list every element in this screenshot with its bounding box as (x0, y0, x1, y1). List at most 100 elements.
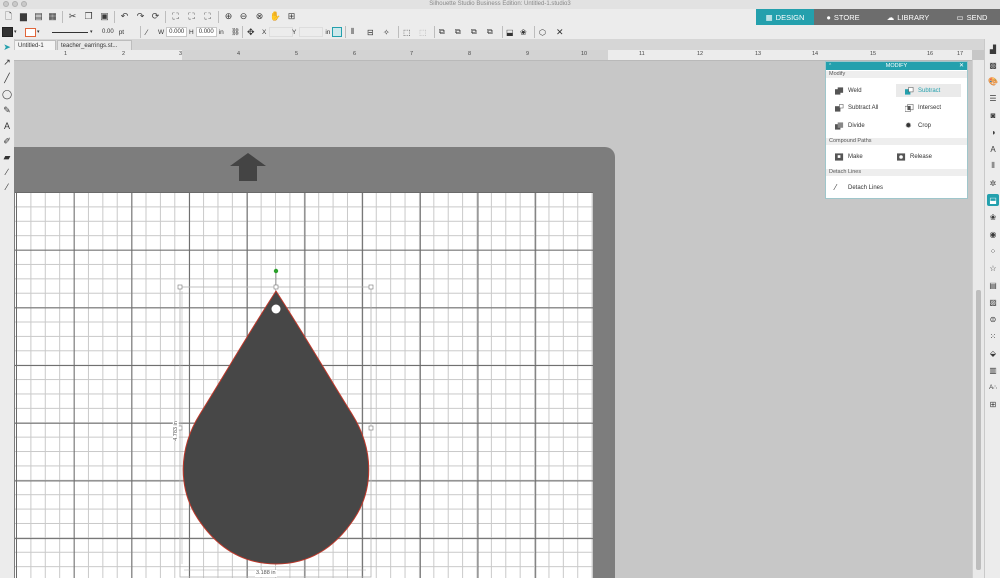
offset-icon[interactable]: ❀ (520, 26, 527, 38)
eraser-tool-icon[interactable]: ▰ (1, 151, 13, 163)
cut-icon[interactable]: ✂ (67, 11, 78, 22)
bring-to-front-icon[interactable]: ⧉ (439, 26, 445, 38)
knife-icon[interactable]: ∕ (146, 26, 147, 38)
redraw-icon[interactable]: ⟳ (150, 11, 161, 22)
x-position-field[interactable]: X (262, 26, 294, 38)
tab-teacher-earrings[interactable]: teacher_earrings.st... (57, 40, 132, 50)
crop-button[interactable]: ✹ Crop (896, 119, 961, 132)
line-style-icon[interactable]: ☰ (987, 92, 999, 104)
warp-icon[interactable]: ▥ (987, 364, 999, 376)
puzzle-icon[interactable]: ⊞ (987, 398, 999, 410)
width-field[interactable]: W 0.000 (158, 26, 188, 38)
tab-store[interactable]: ● STORE (814, 9, 872, 25)
fit-to-page-icon[interactable]: ⊞ (286, 11, 297, 22)
pattern-icon[interactable]: ▨ (987, 296, 999, 308)
move-icon[interactable]: ✥ (247, 26, 255, 38)
point-edit-icon[interactable]: ↗ (1, 56, 13, 68)
zoom-in-icon[interactable]: ⊕ (223, 11, 234, 22)
star-shape-icon[interactable]: ☆ (987, 262, 999, 274)
make-compound-button[interactable]: Make (826, 150, 894, 163)
subtract-button[interactable]: Subtract (896, 84, 961, 97)
zoom-out-icon[interactable]: ⊖ (238, 11, 249, 22)
zoom-selection-icon[interactable]: ⊗ (254, 11, 265, 22)
collapse-icon[interactable]: ⌃ (828, 62, 832, 70)
transform-panel-icon[interactable]: ✲ (987, 177, 999, 189)
align-panel-icon[interactable]: ⫴ (987, 160, 999, 172)
text-style-icon[interactable]: A (987, 143, 999, 155)
library-panel-icon[interactable]: ▩ (987, 59, 999, 71)
select-all-icon[interactable]: ⛶ (170, 11, 181, 22)
pencil-tool-icon[interactable]: ✎ (1, 104, 13, 116)
y-position-field[interactable]: Yin (292, 26, 330, 38)
divide-button[interactable]: Divide (826, 119, 894, 132)
save-icon[interactable]: ▤ (33, 11, 44, 22)
resize-handle-n[interactable] (273, 284, 279, 290)
shadow-icon[interactable]: ◙ (987, 109, 999, 121)
shape-selection[interactable] (170, 264, 380, 578)
tab-send[interactable]: ▭ SEND (944, 9, 1000, 25)
resize-handle-e[interactable] (368, 425, 374, 431)
close-icon[interactable]: ✕ (959, 62, 964, 70)
align-icon[interactable]: ⫴ (351, 26, 354, 38)
rotate-handle[interactable] (273, 268, 279, 274)
fill-panel-icon[interactable]: 🎨 (987, 75, 999, 87)
open-folder-icon[interactable]: ▆ (18, 11, 29, 22)
teardrop-shape[interactable] (182, 290, 370, 565)
select-arrow-icon[interactable]: ➤ (1, 41, 13, 53)
tab-untitled-1[interactable]: Untitled-1 (14, 40, 56, 50)
offset-panel-icon[interactable]: ❀ (987, 211, 999, 223)
paste-icon[interactable]: ▣ (99, 11, 110, 22)
height-field[interactable]: H 0.000 in (189, 26, 224, 38)
emboss-icon[interactable]: ⬙ (987, 347, 999, 359)
rhinestone-icon[interactable]: ⁙ (987, 330, 999, 342)
undo-icon[interactable]: ↶ (119, 11, 130, 22)
text-tool-icon[interactable]: A (1, 120, 13, 132)
resize-handle-nw[interactable] (177, 284, 183, 290)
sketch-panel-icon[interactable]: ⁘ (987, 245, 999, 257)
knife-tool-icon[interactable]: ∕ (1, 166, 13, 178)
line-width-field[interactable]: 0.00 pt (100, 26, 124, 38)
scrollbar-thumb[interactable] (976, 290, 981, 570)
detach-lines-button[interactable]: ⁄ Detach Lines (826, 181, 916, 194)
page-setup-icon[interactable]: ▟ (987, 43, 999, 55)
modify-panel-icon[interactable]: ⬓ (987, 194, 999, 206)
release-compound-button[interactable]: Release (888, 150, 961, 163)
tab-design[interactable]: ▦ DESIGN (756, 9, 814, 25)
ungroup-icon[interactable]: ⬚ (419, 26, 427, 38)
replicate-icon[interactable]: ⬡ (539, 26, 546, 38)
draw-tool-icon[interactable]: ✐ (1, 135, 13, 147)
print-icon[interactable]: ▦ (47, 11, 58, 22)
intersect-button[interactable]: Intersect (896, 101, 961, 114)
resize-handle-ne[interactable] (368, 284, 374, 290)
weld-button[interactable]: Weld (826, 84, 894, 97)
modify-panel-header[interactable]: ⌃ MODIFY ✕ (826, 62, 967, 70)
delete-icon[interactable]: ✕ (556, 26, 564, 38)
font-panel-icon[interactable]: A∴ (987, 381, 999, 393)
deselect-icon[interactable]: ⛶ (186, 11, 197, 22)
line-style-select[interactable]: ▾ (52, 26, 93, 38)
nesting-icon[interactable]: ⊜ (987, 313, 999, 325)
modify-icon[interactable]: ⬓ (506, 26, 514, 38)
send-panel-icon[interactable]: ▤ (987, 279, 999, 291)
lock-aspect-icon[interactable]: ⛓ (231, 26, 240, 38)
select-by-color-icon[interactable]: ⛶ (202, 11, 213, 22)
tab-library[interactable]: ☁ LIBRARY (872, 9, 944, 25)
new-file-icon[interactable]: 🗋 (3, 11, 14, 22)
line-color-swatch[interactable]: ▾ (25, 26, 40, 38)
align-center-icon[interactable]: ⊟ (367, 26, 374, 38)
redo-icon[interactable]: ↷ (135, 11, 146, 22)
transform-icon[interactable]: ✧ (383, 26, 390, 38)
trace-panel-icon[interactable]: ◉ (987, 228, 999, 240)
send-backward-icon[interactable]: ⧉ (471, 26, 477, 38)
transparency-icon[interactable]: ◑ (987, 126, 999, 138)
eyedropper-tool-icon[interactable]: ⁄ (1, 181, 13, 193)
subtract-all-button[interactable]: Subtract All (826, 101, 894, 114)
group-icon[interactable]: ⬚ (403, 26, 411, 38)
center-icon[interactable] (332, 26, 342, 38)
send-to-back-icon[interactable]: ⧉ (487, 26, 493, 38)
ellipse-tool-icon[interactable]: ◯ (1, 88, 13, 100)
pan-hand-icon[interactable]: ✋ (270, 11, 281, 22)
copy-icon[interactable]: ❐ (83, 11, 94, 22)
bring-forward-icon[interactable]: ⧉ (455, 26, 461, 38)
fill-color-swatch[interactable]: ▾ (2, 26, 17, 38)
